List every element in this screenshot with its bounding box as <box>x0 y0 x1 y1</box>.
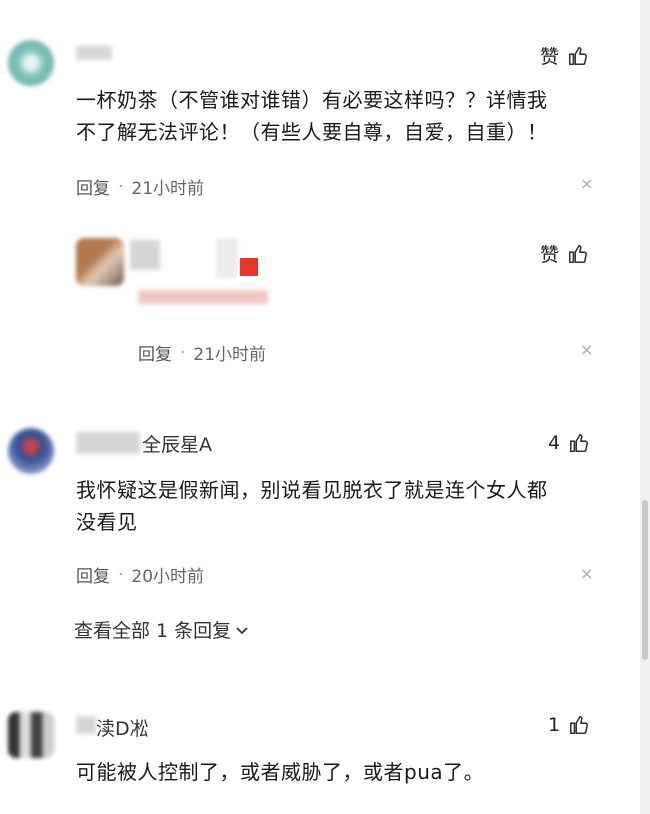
comment-meta: 回复 · 21小时前 <box>76 174 205 200</box>
scrollbar-thumb[interactable] <box>642 500 648 660</box>
separator-dot: · <box>180 342 186 363</box>
like-button[interactable]: 1 <box>548 714 590 736</box>
red-badge <box>240 258 258 276</box>
like-label: 赞 <box>540 46 560 68</box>
like-button[interactable]: 赞 <box>540 42 589 69</box>
username-blurred[interactable] <box>76 46 112 60</box>
comment-meta: 回复 · 20小时前 <box>76 562 205 588</box>
scrollbar[interactable] <box>640 0 650 814</box>
username[interactable]: 渎D凇 <box>96 714 149 741</box>
chevron-down-icon <box>236 626 248 634</box>
thumbs-up-icon <box>570 433 589 453</box>
username[interactable]: 全辰星A <box>142 430 212 457</box>
timestamp: 21小时前 <box>193 345 267 365</box>
reply-button[interactable]: 回复 <box>138 340 172 365</box>
timestamp: 20小时前 <box>131 567 205 587</box>
comment-text: 我怀疑这是假新闻，别说看见脱衣了就是连个女人都 没看见 <box>76 478 548 534</box>
avatar[interactable] <box>8 428 54 474</box>
like-count: 4 <box>548 432 561 454</box>
username-blurred[interactable] <box>216 238 238 278</box>
comment-meta: 回复 · 21小时前 <box>138 340 267 366</box>
separator-dot: · <box>118 176 124 197</box>
like-button[interactable]: 4 <box>548 432 590 454</box>
comment-text: 一杯奶茶（不管谁对谁错）有必要这样吗？？详情我 不了解无法评论！（有些人要自尊，… <box>76 88 548 144</box>
avatar[interactable] <box>8 712 54 758</box>
comment-text: 可能被人控制了，或者威胁了，或者pua了。 <box>76 760 485 784</box>
emoji-blurred <box>138 290 268 304</box>
reply-button[interactable]: 回复 <box>76 562 110 587</box>
thumbs-up-icon <box>568 46 587 65</box>
avatar[interactable] <box>76 238 124 286</box>
reply-button[interactable]: 回复 <box>76 174 110 199</box>
view-all-replies-link[interactable]: 查看全部 1 条回复 <box>74 616 249 643</box>
timestamp: 21小时前 <box>131 179 205 199</box>
like-count: 1 <box>548 714 561 736</box>
username-blurred[interactable] <box>76 432 140 454</box>
thumbs-up-icon <box>570 715 589 735</box>
like-label: 赞 <box>540 244 560 266</box>
username-blurred[interactable] <box>76 716 96 734</box>
username-blurred[interactable] <box>130 240 160 270</box>
view-all-label: 查看全部 1 条回复 <box>74 620 232 642</box>
close-icon[interactable]: × <box>580 340 593 359</box>
close-icon[interactable]: × <box>580 174 593 193</box>
close-icon[interactable]: × <box>580 564 593 583</box>
like-button[interactable]: 赞 <box>540 240 589 267</box>
separator-dot: · <box>118 564 124 585</box>
thumbs-up-icon <box>568 244 587 263</box>
avatar[interactable] <box>8 40 54 86</box>
